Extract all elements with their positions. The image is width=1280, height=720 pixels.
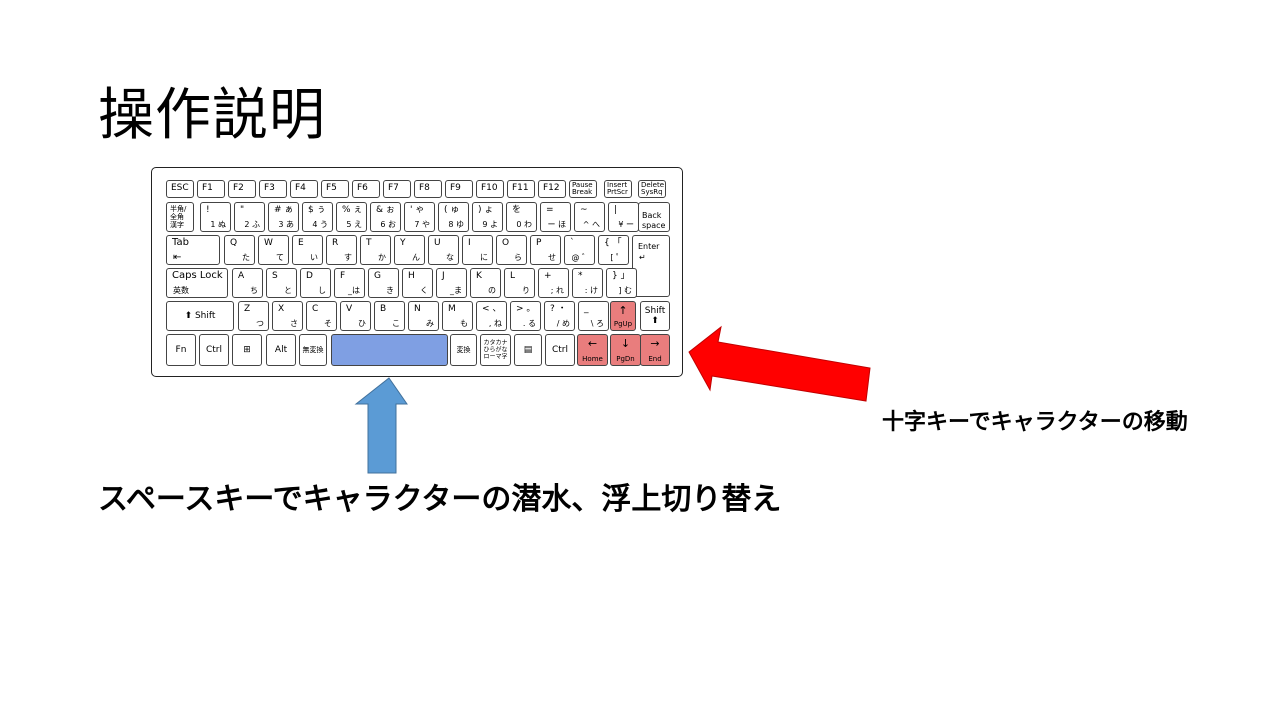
up-arrow-icon [354,377,408,474]
annotation-arrows [354,325,871,474]
left-arrow-icon [688,325,871,402]
caption-space-key: スペースキーでキャラクターの潜水、浮上切り替え [98,482,782,517]
caption-arrow-keys: 十字キーでキャラクターの移動 [882,410,1188,435]
